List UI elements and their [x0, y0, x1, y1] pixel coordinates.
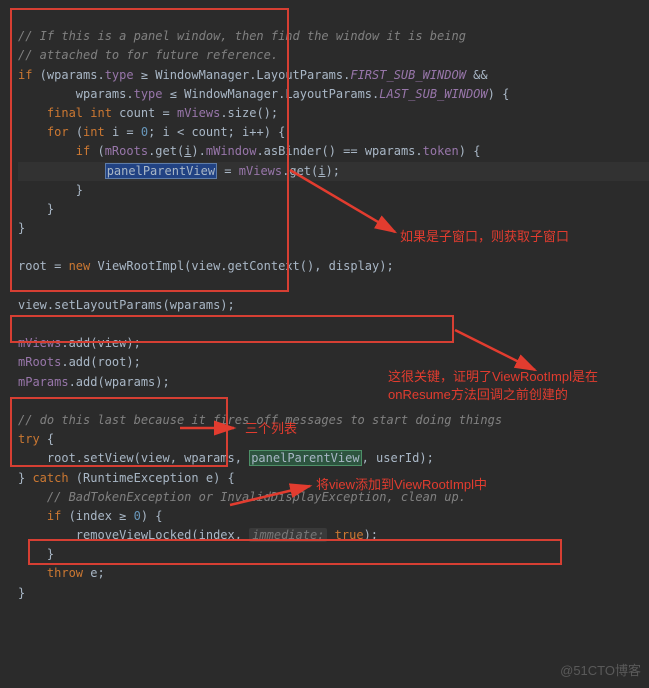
code-line: throw e;: [18, 566, 105, 580]
annotation-text: 如果是子窗口，则获取子窗口: [400, 228, 569, 246]
annotation-box: [10, 397, 228, 467]
annotation-text: 三个列表: [245, 420, 297, 438]
code-line: mParams.add(wparams);: [18, 375, 170, 389]
annotation-box: [10, 8, 289, 292]
code-line: }: [18, 586, 25, 600]
code-line: view.setLayoutParams(wparams);: [18, 298, 235, 312]
code-line: if (index ≥ 0) {: [18, 509, 163, 523]
watermark: @51CTO博客: [560, 661, 641, 682]
annotation-box: [10, 315, 454, 343]
annotation-text: 这很关键，证明了ViewRootImpl是在onResume方法回调之前创建的: [388, 368, 598, 404]
code-line: mRoots.add(root);: [18, 355, 141, 369]
annotation-text: 将view添加到ViewRootImpl中: [316, 476, 487, 494]
usage-highlight: panelParentView: [249, 450, 361, 466]
code-line: } catch (RuntimeException e) {: [18, 471, 235, 485]
annotation-box: [28, 539, 562, 565]
